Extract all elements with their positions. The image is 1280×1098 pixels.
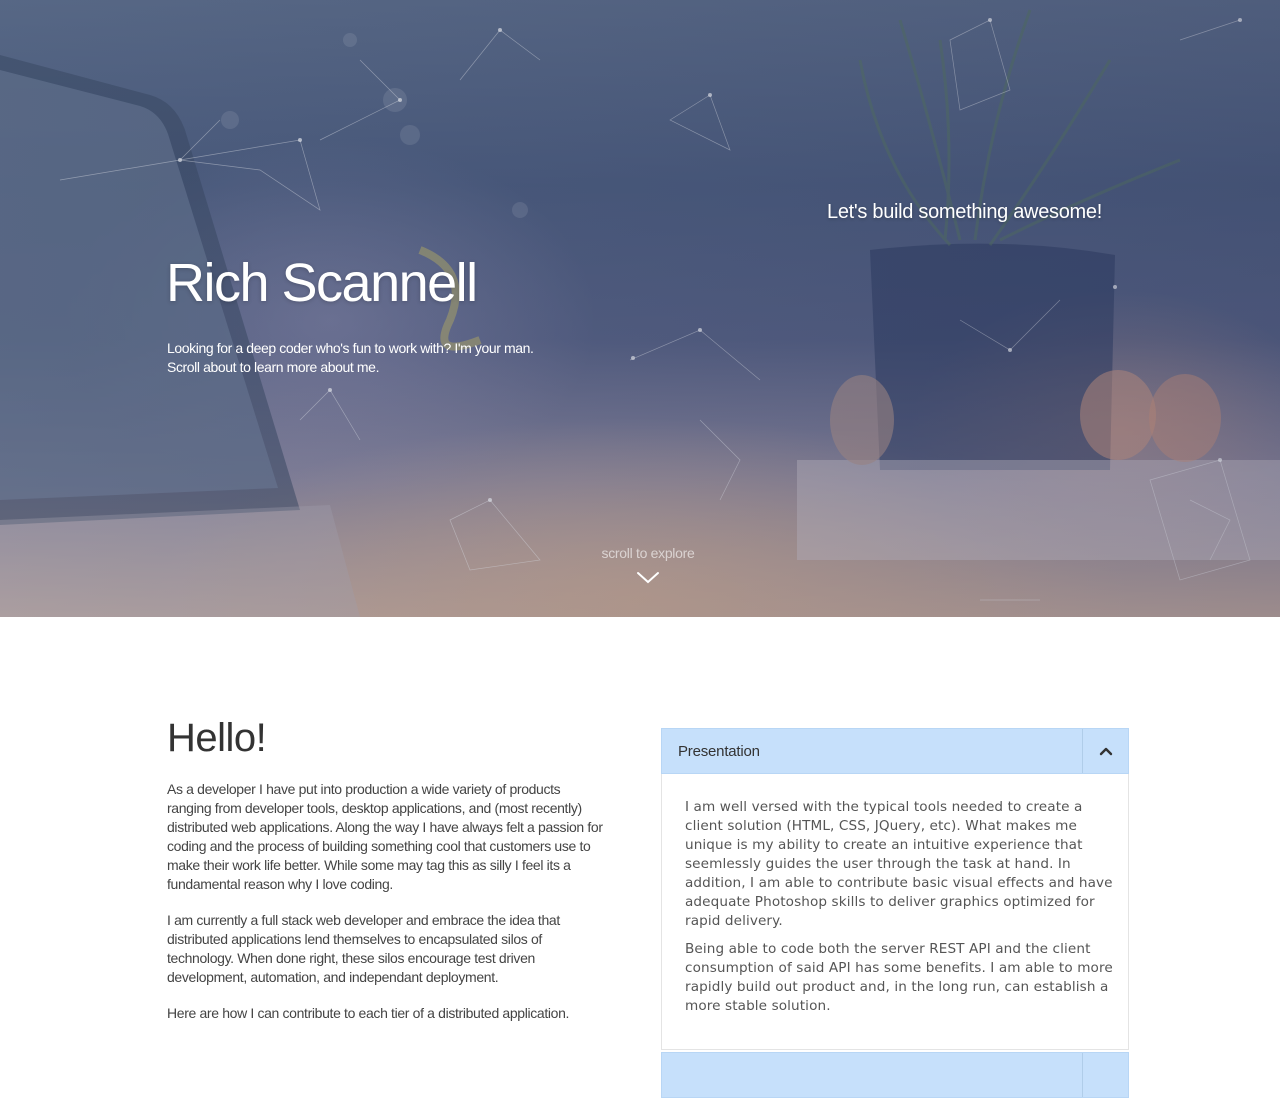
text-line: fundamental reason why I love coding. [167,876,393,892]
accordion-panel-presentation: I am well versed with the typical tools … [661,774,1129,1050]
text-line: technology. When done right, these silos… [167,950,535,966]
scroll-to-explore-link[interactable]: scroll to explore [548,545,748,561]
page-title: Rich Scannell [166,253,478,313]
hero-subtitle: Looking for a deep coder who's fun to wo… [167,339,587,377]
about-text: As a developer I have put into productio… [167,780,647,1040]
about-paragraph: As a developer I have put into productio… [167,780,647,894]
hero-subtitle-line: Looking for a deep coder who's fun to wo… [167,340,534,356]
about-paragraph: I am currently a full stack web develope… [167,911,647,987]
accordion-title: Presentation [678,742,760,760]
skills-accordion: Presentation I am well versed with the t… [661,728,1129,1098]
hero-tagline: Let's build something awesome! [827,201,1102,223]
accordion-paragraph: Being able to code both the server REST … [685,940,1113,1016]
text-line: client solution (HTML, CSS, JQuery, etc)… [685,818,1077,834]
about-paragraph: Here are how I can contribute to each ti… [167,1004,647,1023]
text-line: more stable solution. [685,998,831,1014]
text-line: rapidly build out product and, in the lo… [685,979,1109,995]
text-line: development, automation, and independant… [167,969,499,985]
text-line: As a developer I have put into productio… [167,781,561,797]
about-heading: Hello! [167,716,267,760]
text-line: consumption of said API has some benefit… [685,960,1113,976]
hero-subtitle-line: Scroll about to learn more about me. [167,359,380,375]
text-line: make their work life better. While some … [167,857,571,873]
accordion-header-next[interactable] [661,1052,1129,1098]
accordion-header-presentation[interactable]: Presentation [661,728,1129,774]
text-line: unique is my ability to create an intuit… [685,837,1083,853]
chevron-down-icon[interactable] [636,571,660,585]
text-line: distributed web applications. Along the … [167,819,603,835]
text-line: adequate Photoshop skills to deliver gra… [685,894,1095,910]
text-line: I am currently a full stack web develope… [167,912,560,928]
accordion-paragraph: I am well versed with the typical tools … [685,798,1113,931]
text-line: seemlessly guides the user through the t… [685,856,1071,872]
text-line: distributed applications lend themselves… [167,931,542,947]
text-line: I am well versed with the typical tools … [685,799,1083,815]
text-line: rapid delivery. [685,913,783,929]
accordion-toggle-button[interactable] [1082,729,1128,773]
text-line: Being able to code both the server REST … [685,941,1091,957]
text-line: coding and the process of building somet… [167,838,591,854]
text-line: addition, I am able to contribute basic … [685,875,1113,891]
accordion-toggle-button[interactable] [1082,1053,1128,1097]
hero-banner: Let's build something awesome! Rich Scan… [0,0,1280,617]
text-line: Here are how I can contribute to each ti… [167,1005,570,1021]
chevron-up-icon [1099,747,1112,756]
text-line: ranging from developer tools, desktop ap… [167,800,582,816]
